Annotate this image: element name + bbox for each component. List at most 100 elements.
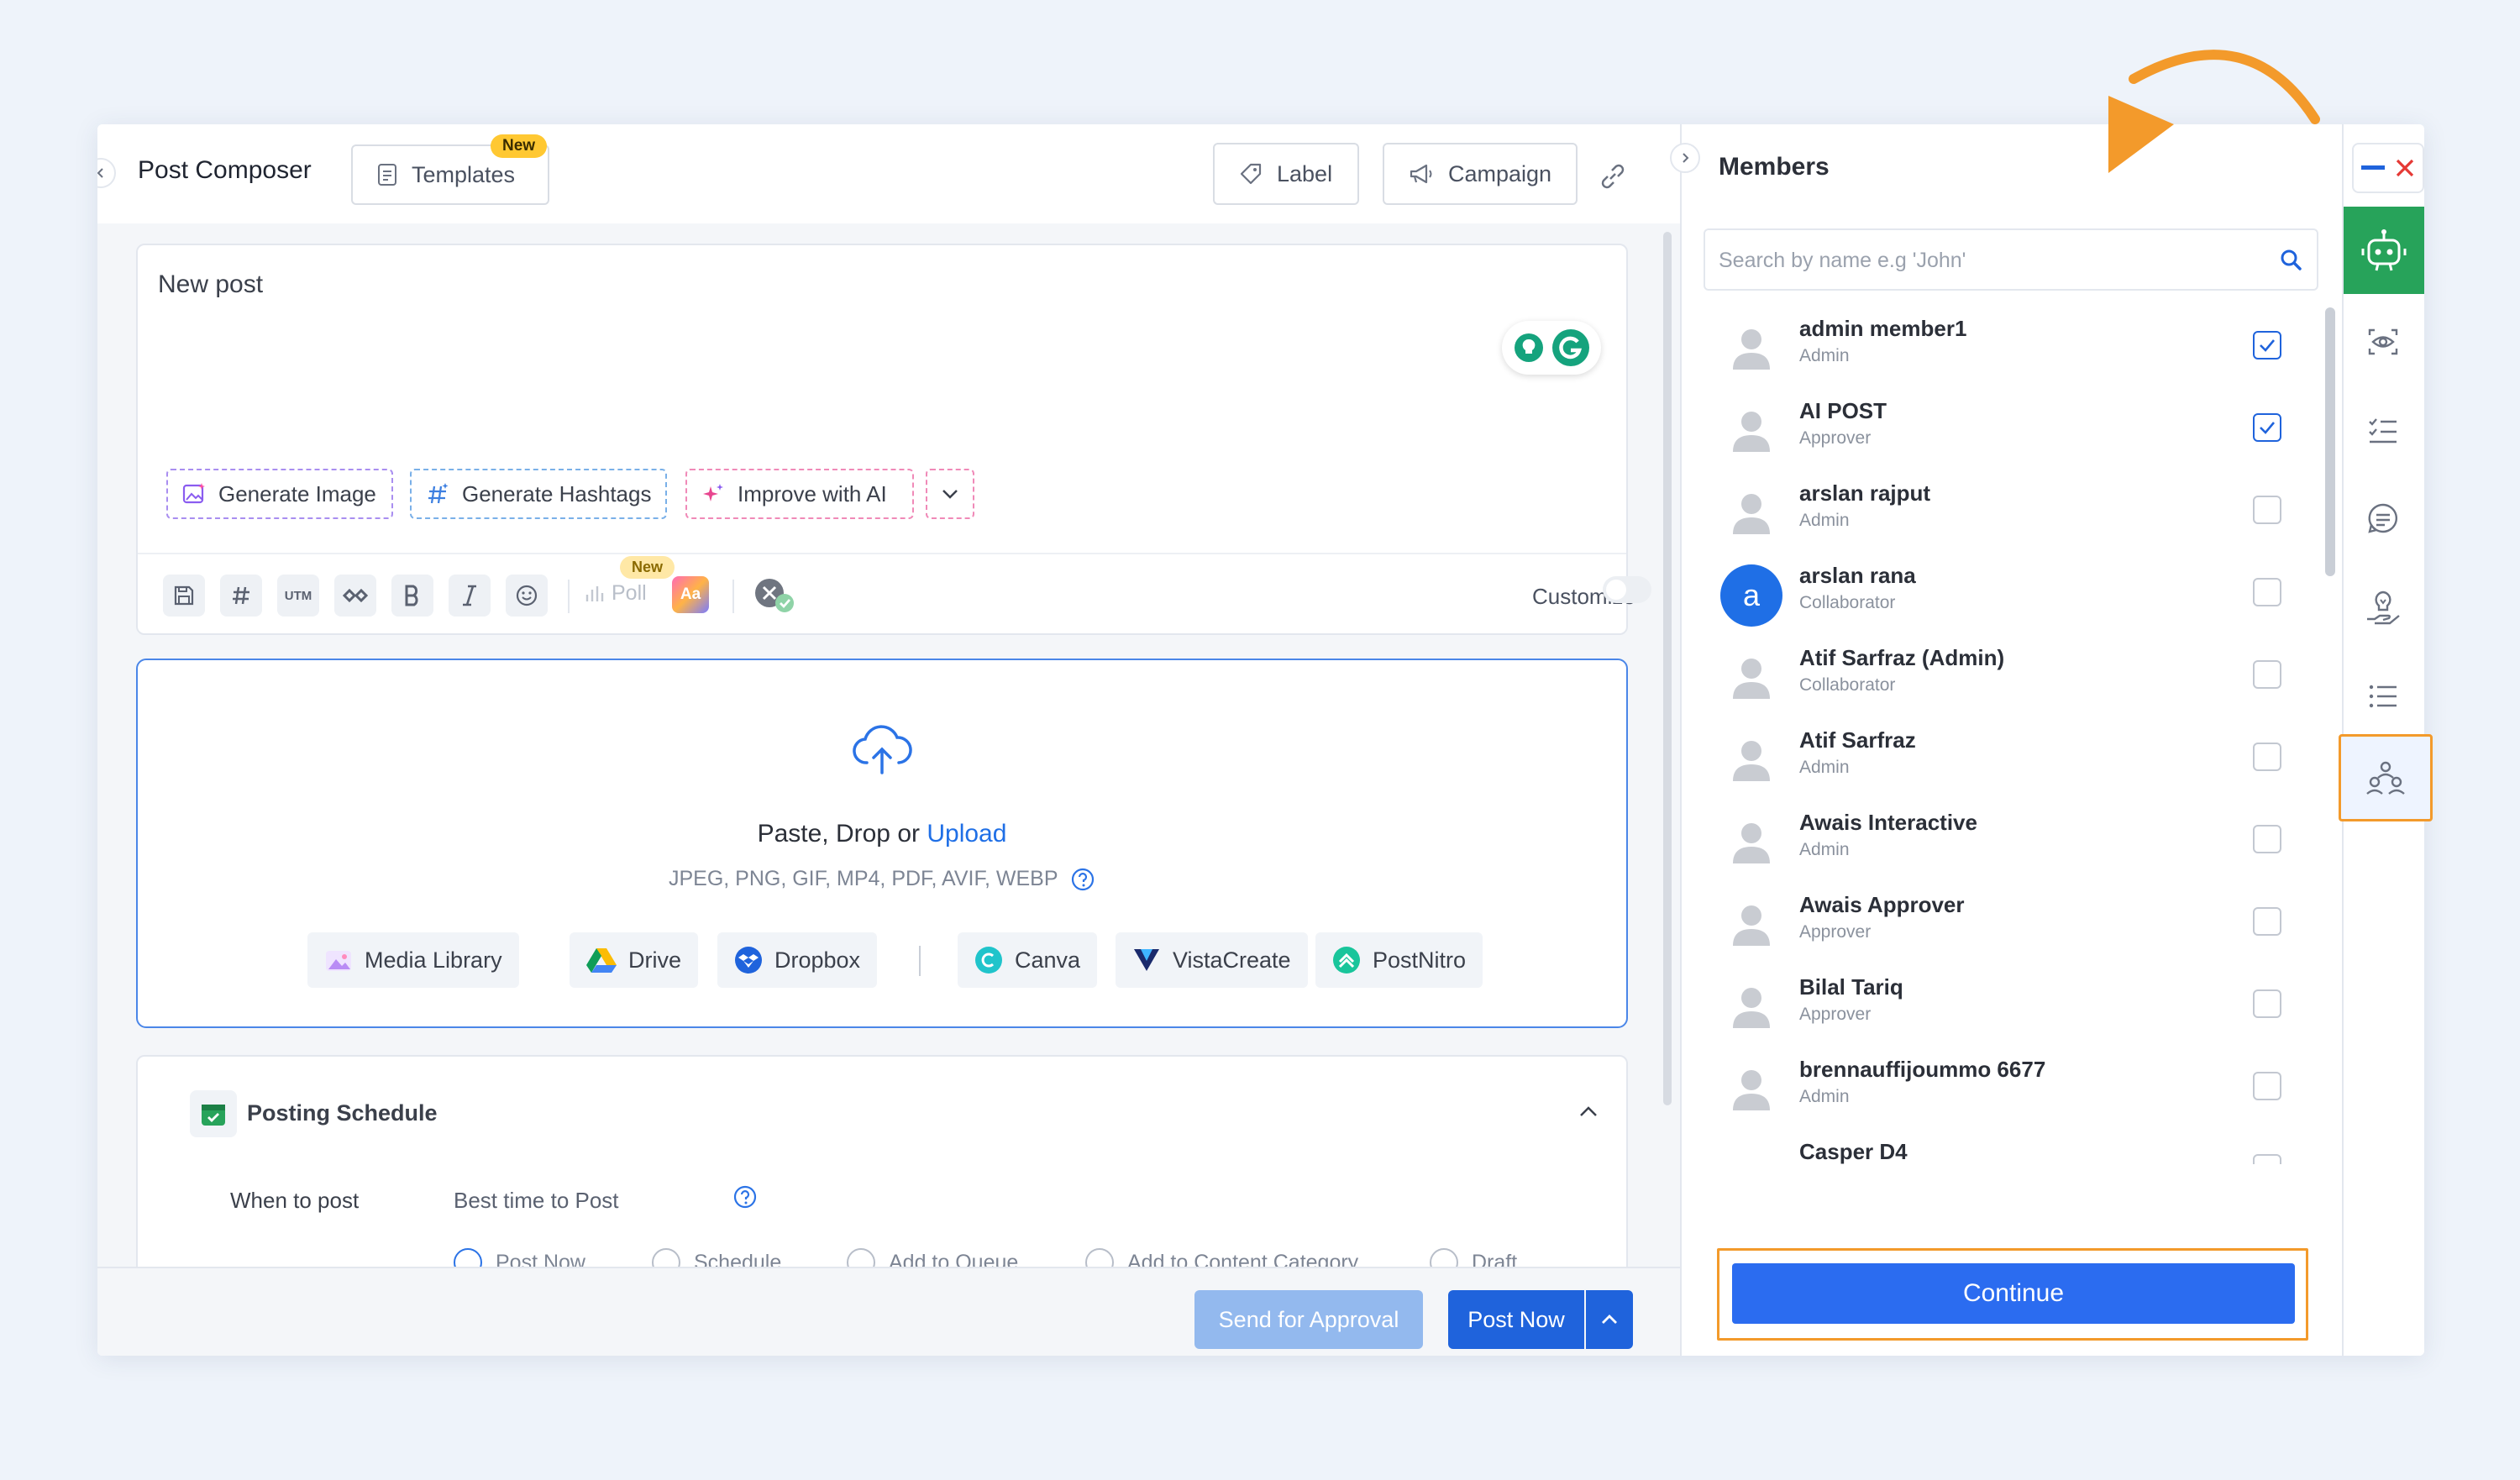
rail-list-button[interactable] <box>2342 659 2424 734</box>
member-role: Admin <box>1799 840 1850 859</box>
canva-button[interactable]: Canva <box>958 932 1098 988</box>
member-checkbox[interactable] <box>2253 413 2281 442</box>
list-item[interactable]: a arslan rana Collaborator <box>1682 548 2320 630</box>
improve-with-ai-label: Improve with AI <box>738 480 887 506</box>
collapse-members-button[interactable] <box>1670 143 1700 173</box>
default-avatar-icon <box>1733 823 1770 863</box>
rail-members-button[interactable] <box>2339 734 2433 821</box>
post-now-button[interactable]: Post Now <box>1448 1290 1584 1349</box>
media-upload-dropzone[interactable]: Paste, Drop or Upload JPEG, PNG, GIF, MP… <box>136 659 1628 1028</box>
customize-toggle[interactable] <box>1603 576 1651 603</box>
composer-scrollbar[interactable] <box>1663 232 1672 1105</box>
ai-more-dropdown[interactable] <box>926 469 974 519</box>
rail-tasks-button[interactable] <box>2342 393 2424 469</box>
post-options-dropdown[interactable] <box>1586 1290 1633 1349</box>
grammarly-widget[interactable] <box>1502 321 1601 375</box>
megaphone-icon <box>1410 164 1432 184</box>
media-library-button[interactable]: Media Library <box>307 932 519 988</box>
collapse-left-button[interactable] <box>97 158 116 188</box>
label-button[interactable]: Label <box>1213 143 1359 205</box>
avatar <box>1720 400 1782 462</box>
dropbox-icon <box>735 947 762 974</box>
member-checkbox[interactable] <box>2253 578 2281 606</box>
rail-preview-button[interactable] <box>2342 304 2424 380</box>
upload-link[interactable]: Upload <box>927 820 1006 848</box>
list-item[interactable]: Atif Sarfraz Admin <box>1682 712 2320 795</box>
member-checkbox[interactable] <box>2253 989 2281 1018</box>
list-item[interactable]: AI POST Approver <box>1682 383 2320 465</box>
italic-tool[interactable] <box>449 575 491 617</box>
member-checkbox[interactable] <box>2253 1072 2281 1100</box>
avatar <box>1720 318 1782 380</box>
when-to-post-label: When to post <box>230 1188 360 1213</box>
toolbar-divider <box>138 553 1626 554</box>
rail-ideas-button[interactable] <box>2342 569 2424 645</box>
list-item[interactable]: Bilal Tariq Approver <box>1682 959 2320 1042</box>
postnitro-button[interactable]: PostNitro <box>1315 932 1483 988</box>
hashtag-tool[interactable] <box>220 575 262 617</box>
campaign-button[interactable]: Campaign <box>1383 143 1578 205</box>
avatar <box>1720 811 1782 874</box>
drive-label: Drive <box>628 947 682 973</box>
help-icon[interactable] <box>732 1184 758 1210</box>
help-icon[interactable] <box>1070 867 1095 892</box>
continue-button[interactable]: Continue <box>1732 1263 2295 1324</box>
list-item[interactable]: Atif Sarfraz (Admin) Collaborator <box>1682 630 2320 712</box>
list-item[interactable]: Awais Interactive Admin <box>1682 795 2320 877</box>
canva-label: Canva <box>1015 947 1081 973</box>
improve-with-ai-button[interactable]: Improve with AI <box>685 469 914 519</box>
poll-new-badge: New <box>620 556 675 579</box>
member-checkbox[interactable] <box>2253 1154 2281 1164</box>
member-search-input[interactable] <box>1719 245 2256 276</box>
avatar <box>1720 976 1782 1038</box>
list-item[interactable]: admin member1 Admin <box>1682 301 2320 383</box>
generate-image-button[interactable]: Generate Image <box>166 469 393 519</box>
post-editor[interactable]: New post Generate Image Generate Hashtag… <box>136 244 1651 635</box>
list-item[interactable]: Casper D4 Admin <box>1682 1124 2320 1164</box>
member-name: Bilal Tariq <box>1799 974 1903 1000</box>
list-item[interactable]: arslan rajput Admin <box>1682 465 2320 548</box>
member-checkbox[interactable] <box>2253 907 2281 936</box>
save-tool[interactable] <box>163 575 205 617</box>
search-icon[interactable] <box>2278 247 2305 274</box>
idea-hand-icon <box>2367 590 2400 625</box>
ai-assistant-button[interactable] <box>2344 207 2424 294</box>
send-for-approval-button[interactable]: Send for Approval <box>1194 1290 1423 1349</box>
postnitro-label: PostNitro <box>1373 947 1467 973</box>
close-icon[interactable] <box>2395 158 2415 178</box>
member-checkbox[interactable] <box>2253 743 2281 771</box>
rail-comments-button[interactable] <box>2342 480 2424 556</box>
link-button[interactable] <box>1596 160 1630 193</box>
hashtag-sparkle-icon <box>428 483 449 504</box>
text-style-tool[interactable]: Aa <box>672 576 709 613</box>
member-checkbox[interactable] <box>2253 496 2281 524</box>
vistacreate-label: VistaCreate <box>1173 947 1291 973</box>
bold-icon <box>405 585 418 606</box>
x-account-avatar[interactable] <box>753 576 798 615</box>
member-name: brennauffijoummo 6677 <box>1799 1057 2046 1082</box>
poll-tool[interactable]: Poll <box>583 581 647 606</box>
link-shortener-tool[interactable] <box>334 575 376 617</box>
member-checkbox[interactable] <box>2253 660 2281 689</box>
members-scrollbar[interactable] <box>2325 307 2335 576</box>
generate-hashtags-button[interactable]: Generate Hashtags <box>410 469 667 519</box>
emoji-tool[interactable] <box>506 575 548 617</box>
vistacreate-button[interactable]: VistaCreate <box>1116 932 1308 988</box>
list-item[interactable]: brennauffijoummo 6677 Admin <box>1682 1042 2320 1124</box>
bold-tool[interactable] <box>391 575 433 617</box>
checklist-icon <box>2369 418 2397 443</box>
member-checkbox[interactable] <box>2253 825 2281 853</box>
dropbox-button[interactable]: Dropbox <box>717 932 878 988</box>
post-text-area[interactable]: New post <box>158 270 263 299</box>
member-name: Atif Sarfraz (Admin) <box>1799 645 2005 670</box>
generate-image-label: Generate Image <box>218 480 376 506</box>
list-item[interactable]: Awais Approver Approver <box>1682 877 2320 959</box>
drive-button[interactable]: Drive <box>570 932 699 988</box>
utm-tool[interactable]: UTM <box>277 575 319 617</box>
member-checkbox[interactable] <box>2253 331 2281 360</box>
hashtag-icon <box>233 586 249 605</box>
minimize-icon[interactable] <box>2361 165 2385 171</box>
tool-divider-2 <box>732 580 734 613</box>
collapse-schedule-button[interactable] <box>1578 1104 1599 1119</box>
upload-formats: JPEG, PNG, GIF, MP4, PDF, AVIF, WEBP <box>138 867 1626 892</box>
